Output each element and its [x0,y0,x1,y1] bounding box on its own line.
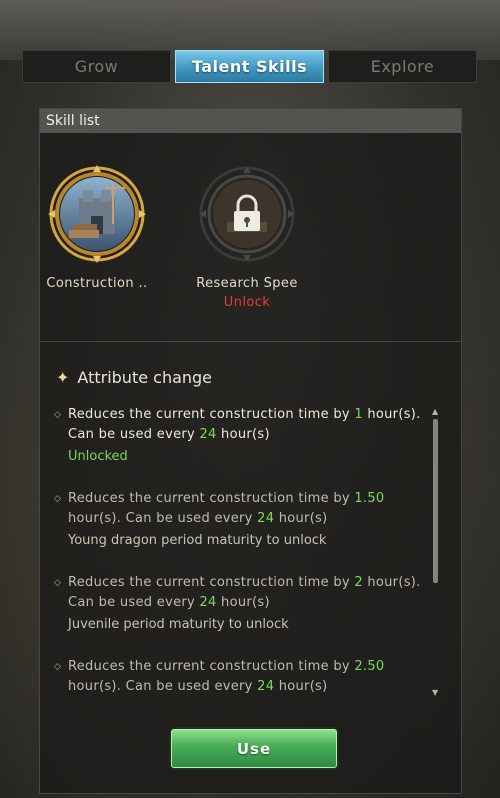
tab-bar: Grow Talent Skills Explore [22,50,477,83]
skill-research-speed[interactable]: Research Spee Unlock [187,164,307,310]
divider [40,341,461,342]
diamond-bullet-icon: ◇ [54,410,61,420]
entry-status: Juvenile period maturity to unlock [68,617,289,632]
skill-list-header: Skill list [40,109,461,133]
locked-skill-icon[interactable] [197,164,297,264]
list-item: ◇ Reduces the current construction time … [54,573,429,635]
skill-name-research-speed: Research Spee [196,276,298,291]
scrollbar-thumb[interactable] [433,419,438,583]
castle-construction-icon[interactable] [47,164,147,264]
attribute-list[interactable]: ◇ Reduces the current construction time … [54,405,429,695]
sparkle-icon: ✦ [56,368,70,387]
entry-status: Unlocked [68,449,128,464]
skill-panel: Skill list Construction .. Research Spee… [39,108,462,794]
diamond-bullet-icon: ◇ [54,662,61,672]
list-item: ◇ Reduces the current construction time … [54,657,429,695]
skill-construction[interactable]: Construction .. [37,164,157,291]
skill-unlock-status: Unlock [223,295,271,310]
entry-status: Young dragon period maturity to unlock [68,533,327,548]
use-button[interactable]: Use [171,729,337,768]
attribute-change-title: ✦ Attribute change [56,368,212,387]
tab-talent-skills[interactable]: Talent Skills [175,50,324,83]
attribute-change-label: Attribute change [77,368,213,387]
tab-explore[interactable]: Explore [328,50,477,83]
scroll-down-icon[interactable]: ▼ [432,688,438,697]
diamond-bullet-icon: ◇ [54,494,61,504]
list-item: ◇ Reduces the current construction time … [54,489,429,551]
skill-name-construction: Construction .. [46,276,148,291]
tab-grow[interactable]: Grow [22,50,171,83]
list-item: ◇ Reduces the current construction time … [54,405,429,467]
diamond-bullet-icon: ◇ [54,578,61,588]
scroll-up-icon[interactable]: ▲ [432,407,438,416]
